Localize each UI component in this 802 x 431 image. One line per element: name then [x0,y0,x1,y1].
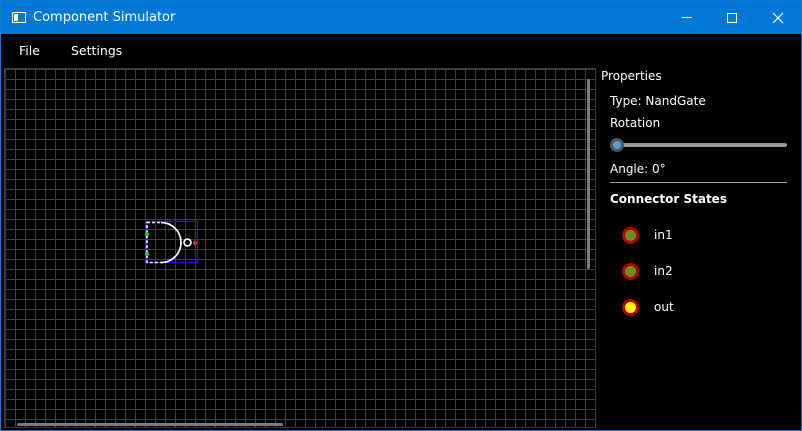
vertical-scrollbar[interactable] [587,79,590,269]
output-pin-out[interactable] [192,240,198,246]
window-title: Component Simulator [33,10,176,25]
maximize-icon [727,12,737,23]
component-type-label: Type: NandGate [610,94,706,108]
connector-row-in2: in2 [622,262,792,282]
close-icon [772,12,784,23]
nand-gate-component[interactable] [143,221,203,269]
maximize-button[interactable] [709,1,755,34]
menu-settings[interactable]: Settings [71,43,122,58]
circuit-canvas[interactable] [4,68,596,428]
connector-state-led [622,227,639,244]
minimize-button[interactable] [664,1,710,34]
angle-label: Angle: 0° [610,162,666,176]
menu-file[interactable]: File [19,43,40,58]
input-pin-in1[interactable] [145,232,149,236]
connector-name: out [654,300,674,314]
title-bar[interactable]: Component Simulator [1,1,801,34]
connector-states-title: Connector States [610,192,727,206]
close-button[interactable] [755,1,801,34]
connector-row-in1: in1 [622,226,792,246]
rotation-slider-track[interactable] [610,143,787,147]
selection-box [146,221,198,263]
connector-state-led [622,263,639,280]
menu-bar: File Settings [1,34,801,66]
app-window: Component Simulator File Settings Proper… [0,0,802,431]
connector-name: in2 [654,264,673,278]
rotation-slider[interactable] [610,137,787,153]
divider [610,182,787,183]
rotation-label: Rotation [610,116,661,130]
connector-state-led [622,299,639,316]
properties-panel: Properties Type: NandGate Rotation Angle… [597,66,801,430]
rotation-slider-thumb[interactable] [610,138,624,152]
connector-row-out: out [622,298,792,318]
connector-name: in1 [654,228,673,242]
horizontal-scrollbar[interactable] [17,423,283,426]
properties-title: Properties [601,69,662,83]
input-pin-in2[interactable] [145,252,149,256]
inversion-bubble [183,238,192,247]
app-window-icon [12,12,26,23]
minimize-icon [682,17,692,18]
